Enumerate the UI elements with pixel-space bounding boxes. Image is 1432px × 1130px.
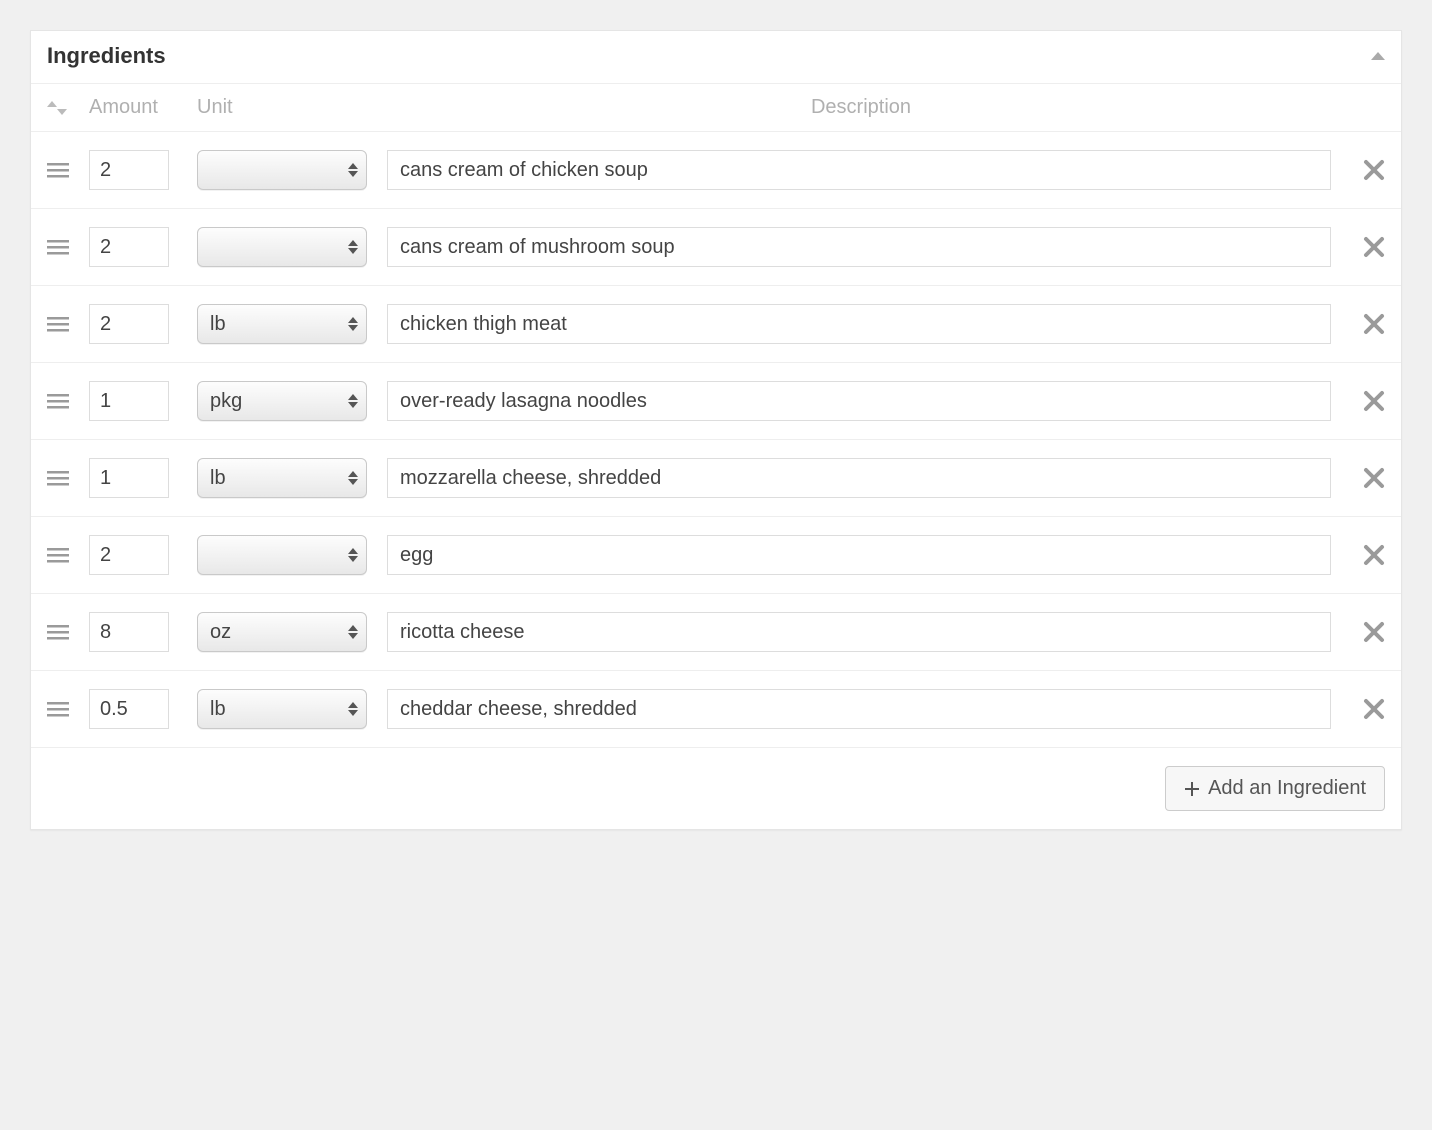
description-input[interactable]	[387, 689, 1331, 729]
drag-handle[interactable]	[47, 315, 89, 333]
drag-handle-icon	[47, 546, 69, 564]
amount-input[interactable]	[89, 535, 169, 575]
drag-handle-icon	[47, 469, 69, 487]
drag-handle[interactable]	[47, 238, 89, 256]
amount-input[interactable]	[89, 612, 169, 652]
panel-title: Ingredients	[47, 43, 166, 69]
delete-row-button[interactable]	[1347, 544, 1385, 566]
add-ingredient-label: Add an Ingredient	[1208, 777, 1366, 800]
stepper-icon	[348, 548, 358, 562]
header-description: Description	[387, 96, 1335, 119]
header-unit: Unit	[197, 96, 387, 119]
sort-toggle[interactable]	[47, 101, 89, 115]
ingredient-row: lb	[31, 286, 1401, 363]
panel-header: Ingredients	[31, 31, 1401, 84]
close-icon	[1363, 544, 1385, 566]
unit-select[interactable]: lb	[197, 304, 367, 344]
drag-handle[interactable]	[47, 623, 89, 641]
ingredient-row	[31, 132, 1401, 209]
drag-handle-icon	[47, 392, 69, 410]
drag-handle[interactable]	[47, 700, 89, 718]
description-input[interactable]	[387, 535, 1331, 575]
stepper-icon	[348, 625, 358, 639]
unit-select[interactable]	[197, 535, 367, 575]
drag-handle-icon	[47, 161, 69, 179]
drag-handle[interactable]	[47, 546, 89, 564]
ingredients-panel: Ingredients Amount Unit Description	[30, 30, 1402, 830]
close-icon	[1363, 698, 1385, 720]
close-icon	[1363, 621, 1385, 643]
amount-input[interactable]	[89, 304, 169, 344]
close-icon	[1363, 159, 1385, 181]
ingredient-row	[31, 209, 1401, 286]
stepper-icon	[348, 317, 358, 331]
drag-handle-icon	[47, 238, 69, 256]
header-amount: Amount	[89, 96, 197, 119]
collapse-toggle-icon[interactable]	[1371, 52, 1385, 60]
drag-handle-icon	[47, 700, 69, 718]
unit-select[interactable]: pkg	[197, 381, 367, 421]
delete-row-button[interactable]	[1347, 621, 1385, 643]
description-input[interactable]	[387, 304, 1331, 344]
amount-input[interactable]	[89, 150, 169, 190]
delete-row-button[interactable]	[1347, 159, 1385, 181]
drag-handle[interactable]	[47, 161, 89, 179]
amount-input[interactable]	[89, 458, 169, 498]
unit-value: oz	[210, 621, 231, 644]
delete-row-button[interactable]	[1347, 390, 1385, 412]
rows-container: lb pk	[31, 132, 1401, 748]
unit-select[interactable]: oz	[197, 612, 367, 652]
amount-input[interactable]	[89, 227, 169, 267]
close-icon	[1363, 390, 1385, 412]
description-input[interactable]	[387, 612, 1331, 652]
description-input[interactable]	[387, 227, 1331, 267]
add-ingredient-button[interactable]: Add an Ingredient	[1165, 766, 1385, 811]
drag-handle[interactable]	[47, 469, 89, 487]
stepper-icon	[348, 163, 358, 177]
plus-icon	[1184, 781, 1200, 797]
drag-handle-icon	[47, 623, 69, 641]
unit-value: lb	[210, 313, 226, 336]
unit-select[interactable]	[197, 150, 367, 190]
description-input[interactable]	[387, 150, 1331, 190]
delete-row-button[interactable]	[1347, 698, 1385, 720]
amount-input[interactable]	[89, 689, 169, 729]
close-icon	[1363, 236, 1385, 258]
unit-select[interactable]	[197, 227, 367, 267]
close-icon	[1363, 467, 1385, 489]
delete-row-button[interactable]	[1347, 313, 1385, 335]
close-icon	[1363, 313, 1385, 335]
delete-row-button[interactable]	[1347, 467, 1385, 489]
stepper-icon	[348, 394, 358, 408]
ingredient-row: lb	[31, 440, 1401, 517]
drag-handle[interactable]	[47, 392, 89, 410]
ingredient-row: lb	[31, 671, 1401, 748]
stepper-icon	[348, 471, 358, 485]
ingredient-row: oz	[31, 594, 1401, 671]
panel-footer: Add an Ingredient	[31, 748, 1401, 829]
description-input[interactable]	[387, 458, 1331, 498]
delete-row-button[interactable]	[1347, 236, 1385, 258]
ingredient-row	[31, 517, 1401, 594]
unit-value: lb	[210, 698, 226, 721]
stepper-icon	[348, 240, 358, 254]
stepper-icon	[348, 702, 358, 716]
unit-value: pkg	[210, 390, 242, 413]
ingredient-row: pkg	[31, 363, 1401, 440]
unit-select[interactable]: lb	[197, 689, 367, 729]
unit-value: lb	[210, 467, 226, 490]
column-headers: Amount Unit Description	[31, 84, 1401, 132]
drag-handle-icon	[47, 315, 69, 333]
amount-input[interactable]	[89, 381, 169, 421]
sort-icon	[47, 101, 67, 115]
description-input[interactable]	[387, 381, 1331, 421]
unit-select[interactable]: lb	[197, 458, 367, 498]
